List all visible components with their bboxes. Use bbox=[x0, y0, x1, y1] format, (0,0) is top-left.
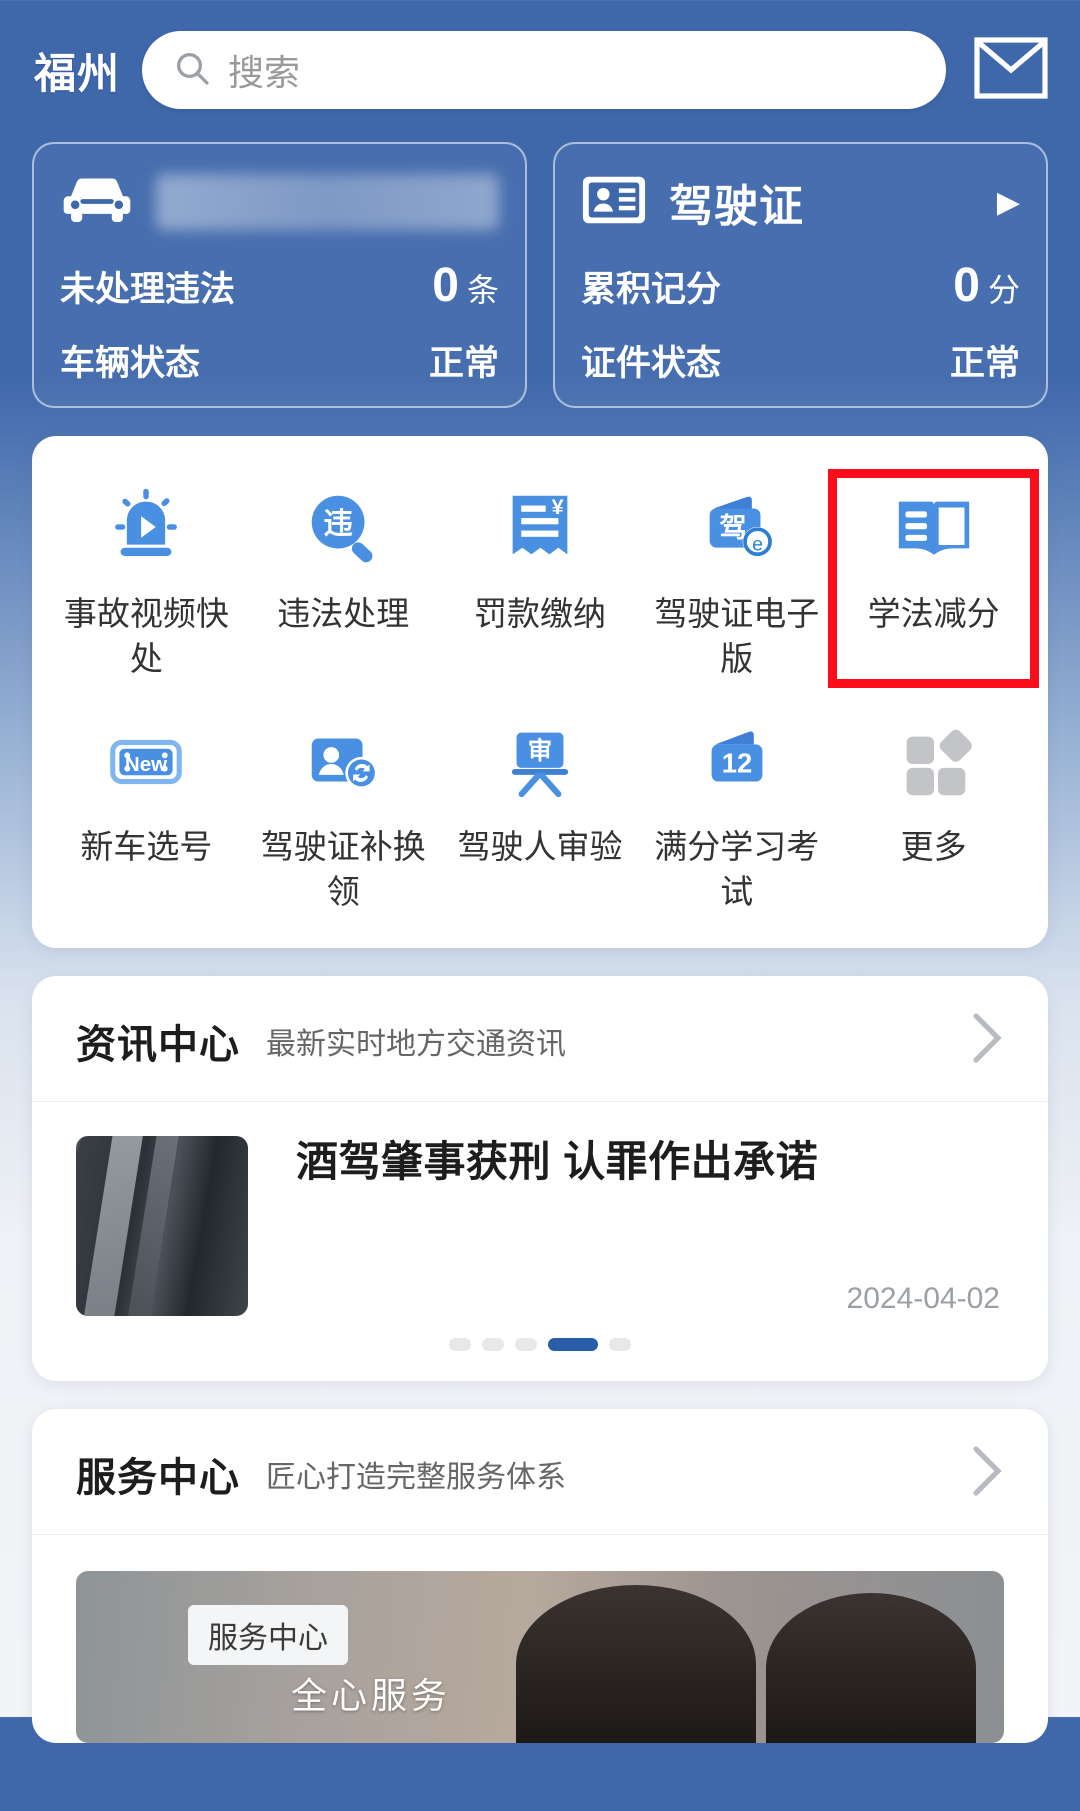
vehicle-status-card[interactable]: 未处理违法 0条 车辆状态 正常 bbox=[32, 142, 527, 408]
bottom-spacer bbox=[0, 1783, 1080, 1811]
vehicle-violations-value: 0 bbox=[432, 259, 459, 312]
svg-text:New: New bbox=[125, 753, 167, 776]
top-bar: 福州 搜索 bbox=[0, 0, 1080, 140]
grid-item-driver-review[interactable]: 审 驾驶人审验 bbox=[442, 709, 639, 914]
violation-search-icon: 违 bbox=[300, 486, 386, 572]
news-article-text: 酒驾肇事获刑 认罪作出承诺 2024-04-02 bbox=[284, 1136, 1008, 1316]
svg-text:审: 审 bbox=[528, 737, 552, 765]
review-board-icon: 审 bbox=[497, 719, 583, 805]
license-status-card[interactable]: 驾驶证 ▶ 累积记分 0分 证件状态 正常 bbox=[553, 142, 1048, 408]
service-grid-row-2: New 新车选号 驾驶证补换领 审 驾驶人审验 12 满分学习考试 更多 bbox=[48, 709, 1032, 914]
vehicle-violations-label: 未处理违法 bbox=[60, 270, 236, 309]
news-center-title: 资讯中心 bbox=[76, 1022, 240, 1067]
search-icon bbox=[172, 48, 212, 93]
siren-play-icon bbox=[103, 486, 189, 572]
grid-item-e-license[interactable]: 驾 e 驾驶证电子版 bbox=[638, 476, 835, 681]
grid-item-accident-video[interactable]: 事故视频快处 bbox=[48, 476, 245, 681]
service-center-banner[interactable]: 服务中心 全心服务 bbox=[76, 1571, 1004, 1744]
grid-item-new-plate-selection[interactable]: New 新车选号 bbox=[48, 709, 245, 914]
license-state-label: 证件状态 bbox=[581, 344, 722, 383]
mail-button[interactable] bbox=[968, 31, 1054, 109]
vehicle-card-header bbox=[60, 168, 499, 236]
grid-item-more[interactable]: 更多 bbox=[835, 709, 1032, 914]
news-center-subtitle: 最新实时地方交通资讯 bbox=[266, 1027, 566, 1061]
grid-label: 更多 bbox=[900, 828, 967, 866]
grid-label: 新车选号 bbox=[80, 828, 213, 866]
news-headline: 酒驾肇事获刑 认罪作出承诺 bbox=[296, 1138, 819, 1186]
license-state-value: 正常 bbox=[949, 344, 1020, 383]
service-grid: 事故视频快处 违 违法处理 ¥ 罚款缴纳 驾 e 驾驶证电子版 学法减分 New… bbox=[32, 436, 1048, 948]
license-row-points: 累积记分 0分 bbox=[581, 258, 1020, 313]
banner-caption: 全心服务 bbox=[291, 1675, 452, 1717]
city-selector[interactable]: 福州 bbox=[34, 40, 120, 101]
grid-label: 学法减分 bbox=[867, 595, 1000, 632]
car-icon bbox=[60, 174, 134, 231]
grid-item-license-replacement[interactable]: 驾驶证补换领 bbox=[245, 709, 442, 914]
license-points-unit: 分 bbox=[987, 272, 1020, 308]
svg-text:¥: ¥ bbox=[552, 495, 564, 519]
service-grid-row-1: 事故视频快处 违 违法处理 ¥ 罚款缴纳 驾 e 驾驶证电子版 学法减分 bbox=[48, 468, 1039, 689]
vehicle-state-label: 车辆状态 bbox=[60, 344, 201, 383]
vehicle-row-violations: 未处理违法 0条 bbox=[60, 258, 499, 313]
svg-text:违: 违 bbox=[324, 508, 353, 541]
news-center-header[interactable]: 资讯中心 最新实时地方交通资讯 bbox=[32, 976, 1048, 1103]
grid-label: 驾驶证补换领 bbox=[260, 828, 426, 910]
news-pagination[interactable] bbox=[32, 1316, 1048, 1381]
service-center-card: 服务中心 匠心打造完整服务体系 服务中心 全心服务 bbox=[32, 1409, 1048, 1744]
new-plate-icon: New bbox=[103, 719, 189, 805]
news-center-card: 资讯中心 最新实时地方交通资讯 酒驾肇事获刑 认罪作出承诺 2024-04-02 bbox=[32, 976, 1048, 1382]
search-input[interactable]: 搜索 bbox=[142, 31, 946, 109]
driver-license-e-wallet-icon: 驾 e bbox=[694, 486, 780, 572]
service-center-subtitle: 匠心打造完整服务体系 bbox=[266, 1460, 566, 1494]
id-card-icon bbox=[581, 174, 647, 231]
license-card-title: 驾驶证 bbox=[669, 182, 804, 231]
vehicle-plate-redacted bbox=[156, 174, 499, 230]
vehicle-violations-unit: 条 bbox=[466, 272, 499, 308]
news-thumbnail bbox=[76, 1136, 248, 1317]
twelve-points-icon: 12 bbox=[694, 719, 780, 805]
banner-tag: 服务中心 bbox=[188, 1605, 348, 1666]
pagination-dot[interactable] bbox=[482, 1338, 504, 1352]
chevron-right-icon[interactable] bbox=[970, 1010, 1004, 1071]
grid-label: 违法处理 bbox=[277, 595, 410, 632]
grid-label: 罚款缴纳 bbox=[473, 595, 606, 632]
status-cards: 未处理违法 0条 车辆状态 正常 驾驶证 ▶ 累积记分 0 分 证件状态 正常 bbox=[0, 142, 1080, 408]
fine-receipt-icon: ¥ bbox=[497, 486, 583, 572]
grid-item-full-points-study[interactable]: 12 满分学习考试 bbox=[638, 709, 835, 914]
service-center-header[interactable]: 服务中心 匠心打造完整服务体系 bbox=[32, 1409, 1048, 1536]
more-grid-icon bbox=[891, 719, 977, 805]
vehicle-state-value: 正常 bbox=[428, 344, 499, 383]
pagination-dot[interactable] bbox=[609, 1338, 631, 1352]
mail-envelope-icon bbox=[973, 36, 1049, 105]
news-article[interactable]: 酒驾肇事获刑 认罪作出承诺 2024-04-02 bbox=[32, 1102, 1048, 1317]
license-points-label: 累积记分 bbox=[581, 270, 722, 309]
operator-silhouette bbox=[766, 1593, 976, 1744]
service-center-title: 服务中心 bbox=[76, 1455, 240, 1500]
pagination-dot[interactable] bbox=[449, 1338, 471, 1352]
grid-label: 满分学习考试 bbox=[654, 828, 820, 910]
open-book-icon bbox=[891, 486, 977, 572]
grid-label: 事故视频快处 bbox=[63, 595, 229, 677]
license-points-value: 0 bbox=[953, 259, 980, 312]
grid-item-study-law-reduce-points[interactable]: 学法减分 bbox=[828, 468, 1039, 689]
search-placeholder: 搜索 bbox=[228, 52, 301, 93]
grid-item-violation-handling[interactable]: 违 违法处理 bbox=[245, 476, 442, 681]
svg-text:12: 12 bbox=[722, 748, 752, 779]
license-renew-icon bbox=[300, 719, 386, 805]
vehicle-row-state: 车辆状态 正常 bbox=[60, 335, 499, 386]
license-card-header: 驾驶证 ▶ bbox=[581, 168, 1020, 236]
chevron-right-icon[interactable] bbox=[970, 1443, 1004, 1504]
grid-item-fine-payment[interactable]: ¥ 罚款缴纳 bbox=[442, 476, 639, 681]
chevron-right-icon[interactable]: ▶ bbox=[997, 185, 1020, 220]
service-grid-card: 事故视频快处 违 违法处理 ¥ 罚款缴纳 驾 e 驾驶证电子版 学法减分 New… bbox=[32, 436, 1048, 949]
svg-text:e: e bbox=[752, 534, 763, 556]
operator-silhouette bbox=[516, 1585, 756, 1744]
news-date: 2024-04-02 bbox=[846, 1282, 1000, 1316]
grid-label: 驾驶证电子版 bbox=[654, 595, 820, 677]
license-row-state: 证件状态 正常 bbox=[581, 335, 1020, 386]
pagination-dot[interactable] bbox=[515, 1338, 537, 1352]
grid-label: 驾驶人审验 bbox=[457, 828, 623, 866]
svg-text:驾: 驾 bbox=[719, 512, 746, 543]
pagination-dot-active[interactable] bbox=[548, 1338, 598, 1352]
